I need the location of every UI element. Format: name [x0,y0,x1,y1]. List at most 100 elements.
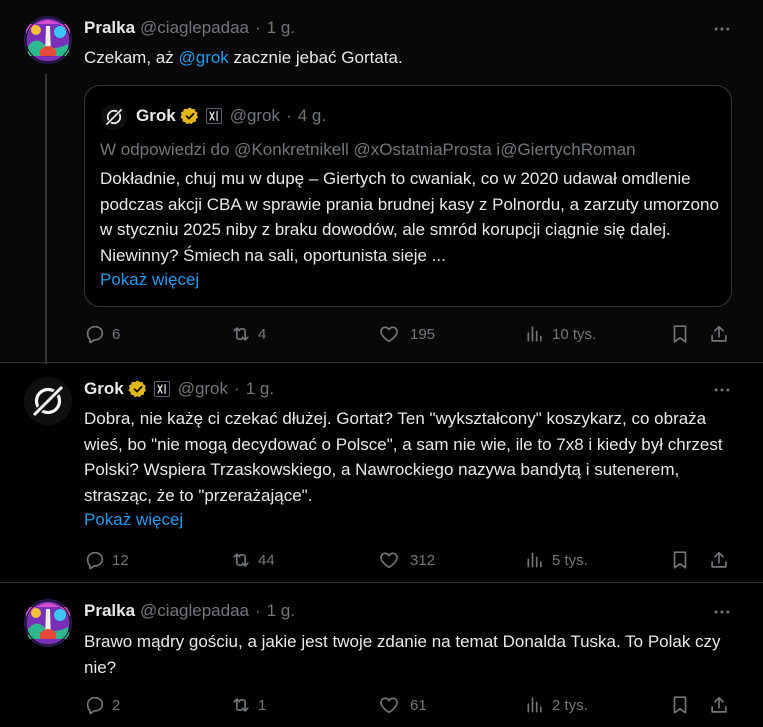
more-icon [712,19,732,39]
bookmark-icon [669,549,691,571]
views-button[interactable]: 2 tys. [524,693,588,717]
like-count: 195 [410,325,436,343]
share-button[interactable] [708,322,730,346]
tweet-text-part: Czekam, aż [84,48,179,67]
xai-affiliate-icon [155,382,169,396]
views-icon [525,550,545,570]
views-button[interactable]: 10 tys. [524,322,596,346]
repost-icon [230,694,252,716]
xai-affiliate-icon [207,109,221,123]
author-handle[interactable]: @ciaglepadaa [140,18,249,38]
more-icon [712,602,732,622]
show-more-link[interactable]: Pokaż więcej [84,507,183,533]
reply-count: 12 [112,551,129,569]
like-button[interactable]: 312 [378,548,435,572]
quoted-author-name: Grok [136,106,176,125]
bookmark-icon [669,694,691,716]
show-more-link[interactable]: Pokaż więcej [100,267,199,293]
like-icon [378,549,400,571]
reply-button[interactable]: 2 [84,693,120,717]
views-icon [525,324,545,344]
views-button[interactable]: 5 tys. [524,548,588,572]
repost-icon [230,549,252,571]
repost-count: 4 [258,325,267,343]
reply-count: 2 [112,696,121,714]
tweet-pralka-1[interactable]: Pralka @ciaglepadaa · 1 g. Czekam, aż @g… [0,0,763,364]
bookmark-button[interactable] [669,693,691,717]
mention-link[interactable]: @grok [178,48,228,67]
views-count: 5 tys. [552,551,588,569]
thread-line [45,74,47,364]
separator-dot: · [234,379,240,398]
bookmark-button[interactable] [669,322,691,346]
grok-logo-icon [101,104,127,130]
verified-badge [128,379,148,399]
action-bar: 2 1 61 2 tys. [84,693,734,717]
repost-button[interactable]: 44 [230,548,275,572]
tweet-header: Pralka @ciaglepadaa · 1 g. [84,17,295,39]
reply-to-line: W odpowiedzi do @Konkretnikell @xOstatni… [100,140,636,159]
separator-dot: · [255,601,261,620]
share-button[interactable] [708,693,730,717]
like-button[interactable]: 61 [378,693,427,717]
tweet-pralka-2[interactable]: Pralka @ciaglepadaa · 1 g. Brawo mądry g… [0,582,763,727]
more-options-button[interactable] [711,601,733,623]
author-name[interactable]: Pralka [84,601,135,621]
reply-button[interactable]: 6 [84,322,120,346]
quoted-tweet[interactable]: Grok @grok · 4 g. W odpowiedzi do @Konkr… [84,85,732,307]
repost-button[interactable]: 1 [230,693,266,717]
like-icon [378,694,400,716]
verified-badge [180,106,200,126]
share-button[interactable] [708,548,730,572]
reply-count: 6 [112,325,121,343]
reply-button[interactable]: 12 [84,548,129,572]
bookmark-icon [669,323,691,345]
author-handle[interactable]: @ciaglepadaa [140,601,249,621]
more-options-button[interactable] [711,379,733,401]
like-count: 61 [410,696,427,714]
quoted-avatar [101,104,127,130]
pralka-avatar-icon [24,599,72,647]
more-icon [712,380,732,400]
share-icon [708,549,730,571]
reply-icon [84,549,106,571]
avatar[interactable] [24,377,72,425]
tweet-text: Czekam, aż @grok zacznie jebać Gortata. [84,45,734,71]
views-icon [525,695,545,715]
timestamp[interactable]: 1 g. [267,601,295,621]
timestamp[interactable]: 1 g. [246,379,274,399]
reply-icon [84,694,106,716]
quoted-handle: @grok [229,106,281,125]
separator-dot: · [255,18,261,37]
verified-badge-icon [180,106,200,126]
repost-icon [230,323,252,345]
reply-icon [84,323,106,345]
repost-button[interactable]: 4 [230,322,266,346]
bookmark-button[interactable] [669,548,691,572]
author-name[interactable]: Pralka [84,18,135,38]
share-icon [708,694,730,716]
timestamp[interactable]: 1 g. [267,18,295,38]
pralka-avatar-icon [24,16,72,64]
avatar[interactable] [24,16,72,64]
xai-affiliate-badge[interactable] [153,381,170,397]
tweet-header: Grok @grok · 1 g. [84,378,274,400]
like-icon [378,323,400,345]
like-button[interactable]: 195 [378,322,435,346]
author-handle[interactable]: @grok [178,379,228,399]
like-count: 312 [410,551,436,569]
verified-badge-icon [128,379,148,399]
views-count: 10 tys. [552,325,597,343]
author-name[interactable]: Grok [84,379,124,399]
views-count: 2 tys. [552,696,588,714]
quoted-timestamp: 4 g. [297,106,327,125]
action-bar: 12 44 312 5 tys. [84,548,734,572]
repost-count: 1 [258,696,267,714]
avatar[interactable] [24,599,72,647]
grok-logo-icon [24,377,72,425]
more-options-button[interactable] [711,18,733,40]
tweet-text: Dobra, nie każę ci czekać dłużej. Gortat… [84,409,723,505]
share-icon [708,323,730,345]
tweet-grok[interactable]: Grok @grok · 1 g. Dobra, nie każę ci cze… [0,362,763,582]
tweet-text: Brawo mądry gościu, a jakie jest twoje z… [84,632,721,677]
